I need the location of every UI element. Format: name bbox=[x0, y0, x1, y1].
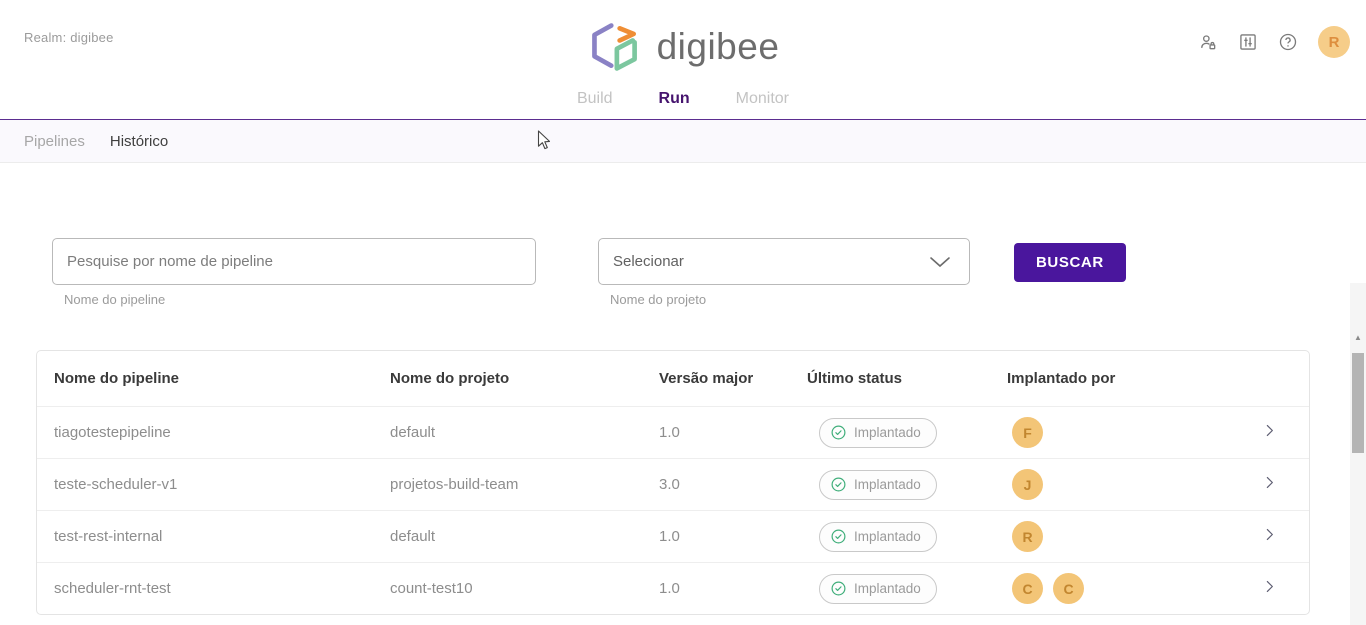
tab-pipelines[interactable]: Pipelines bbox=[24, 133, 85, 150]
chevron-down-icon bbox=[929, 256, 951, 268]
main-nav: Build Run Monitor bbox=[0, 90, 1366, 108]
table-body: tiagotestepipelinedefault1.0ImplantadoFt… bbox=[37, 406, 1309, 614]
user-avatar[interactable]: R bbox=[1318, 26, 1350, 58]
status-badge-label: Implantado bbox=[854, 425, 921, 440]
cell-pipeline-name: teste-scheduler-v1 bbox=[54, 476, 390, 493]
table-row[interactable]: tiagotestepipelinedefault1.0 Implantado F bbox=[37, 406, 1309, 458]
col-header-pipeline: Nome do pipeline bbox=[54, 370, 390, 387]
col-header-version: Versão major bbox=[659, 370, 807, 387]
cell-project-name: projetos-build-team bbox=[390, 476, 659, 493]
cell-pipeline-name: test-rest-internal bbox=[54, 528, 390, 545]
cell-status: Implantado bbox=[807, 418, 1007, 448]
cell-project-name: count-test10 bbox=[390, 580, 659, 597]
cell-status: Implantado bbox=[807, 522, 1007, 552]
status-badge-label: Implantado bbox=[854, 581, 921, 596]
brand: digibee bbox=[0, 20, 1366, 74]
chevron-right-icon bbox=[1261, 474, 1278, 491]
app-header: Realm: digibee digibee R bbox=[0, 0, 1366, 119]
pipeline-search-input[interactable] bbox=[52, 238, 536, 285]
cell-project-name: default bbox=[390, 424, 659, 441]
deployer-avatar: R bbox=[1012, 521, 1043, 552]
deployer-avatar: C bbox=[1053, 573, 1084, 604]
status-badge: Implantado bbox=[819, 522, 937, 552]
deployer-avatar: F bbox=[1012, 417, 1043, 448]
status-badge-label: Implantado bbox=[854, 477, 921, 492]
pipelines-table: Nome do pipeline Nome do projeto Versão … bbox=[36, 350, 1310, 615]
user-permissions-icon[interactable] bbox=[1198, 32, 1218, 52]
cell-project-name: default bbox=[390, 528, 659, 545]
project-select[interactable]: Selecionar bbox=[598, 238, 970, 285]
sub-nav: Pipelines Histórico bbox=[0, 119, 1366, 163]
col-header-project: Nome do projeto bbox=[390, 370, 659, 387]
search-button[interactable]: BUSCAR bbox=[1014, 243, 1126, 282]
nav-monitor[interactable]: Monitor bbox=[736, 90, 789, 108]
cell-version: 1.0 bbox=[659, 528, 807, 545]
cell-version: 1.0 bbox=[659, 424, 807, 441]
cell-version: 3.0 bbox=[659, 476, 807, 493]
table-row[interactable]: scheduler-rnt-testcount-test101.0 Implant… bbox=[37, 562, 1309, 614]
main-content: Nome do pipeline Selecionar Nome do proj… bbox=[0, 163, 1366, 624]
project-field-label: Nome do projeto bbox=[610, 292, 970, 307]
chevron-right-icon bbox=[1261, 578, 1278, 595]
deployer-avatar: J bbox=[1012, 469, 1043, 500]
status-badge: Implantado bbox=[819, 574, 937, 604]
cell-pipeline-name: scheduler-rnt-test bbox=[54, 580, 390, 597]
cell-row-chevron bbox=[1261, 578, 1309, 599]
status-badge: Implantado bbox=[819, 470, 937, 500]
cell-row-chevron bbox=[1261, 526, 1309, 547]
cell-version: 1.0 bbox=[659, 580, 807, 597]
cell-deployed-by: CC bbox=[1007, 573, 1261, 604]
cell-pipeline-name: tiagotestepipeline bbox=[54, 424, 390, 441]
table-row[interactable]: test-rest-internaldefault1.0 Implantado R bbox=[37, 510, 1309, 562]
nav-run[interactable]: Run bbox=[659, 90, 690, 108]
project-select-value: Selecionar bbox=[613, 253, 684, 270]
cell-deployed-by: R bbox=[1007, 521, 1261, 552]
scrollbar-thumb[interactable] bbox=[1352, 353, 1364, 453]
settings-tune-icon[interactable] bbox=[1238, 32, 1258, 52]
pipeline-field-label: Nome do pipeline bbox=[64, 292, 536, 307]
cell-status: Implantado bbox=[807, 470, 1007, 500]
scroll-up-arrow-icon[interactable]: ▲ bbox=[1350, 329, 1366, 345]
vertical-scrollbar[interactable]: ▲ ▼ bbox=[1350, 283, 1366, 625]
tab-historico[interactable]: Histórico bbox=[110, 133, 168, 150]
status-badge: Implantado bbox=[819, 418, 937, 448]
brand-name: digibee bbox=[657, 26, 780, 68]
col-header-status: Último status bbox=[807, 370, 1007, 387]
chevron-right-icon bbox=[1261, 526, 1278, 543]
col-header-deployed-by: Implantado por bbox=[1007, 370, 1261, 387]
deployer-avatar: C bbox=[1012, 573, 1043, 604]
status-badge-label: Implantado bbox=[854, 529, 921, 544]
nav-build[interactable]: Build bbox=[577, 90, 613, 108]
table-header-row: Nome do pipeline Nome do projeto Versão … bbox=[37, 351, 1309, 406]
search-form: Nome do pipeline Selecionar Nome do proj… bbox=[52, 238, 1310, 307]
cell-deployed-by: J bbox=[1007, 469, 1261, 500]
cell-row-chevron bbox=[1261, 422, 1309, 443]
digibee-logo-icon bbox=[587, 20, 643, 74]
table-row[interactable]: teste-scheduler-v1projetos-build-team3.0… bbox=[37, 458, 1309, 510]
chevron-right-icon bbox=[1261, 422, 1278, 439]
help-icon[interactable] bbox=[1278, 32, 1298, 52]
cell-status: Implantado bbox=[807, 574, 1007, 604]
cell-deployed-by: F bbox=[1007, 417, 1261, 448]
header-actions: R bbox=[1198, 26, 1350, 58]
cell-row-chevron bbox=[1261, 474, 1309, 495]
